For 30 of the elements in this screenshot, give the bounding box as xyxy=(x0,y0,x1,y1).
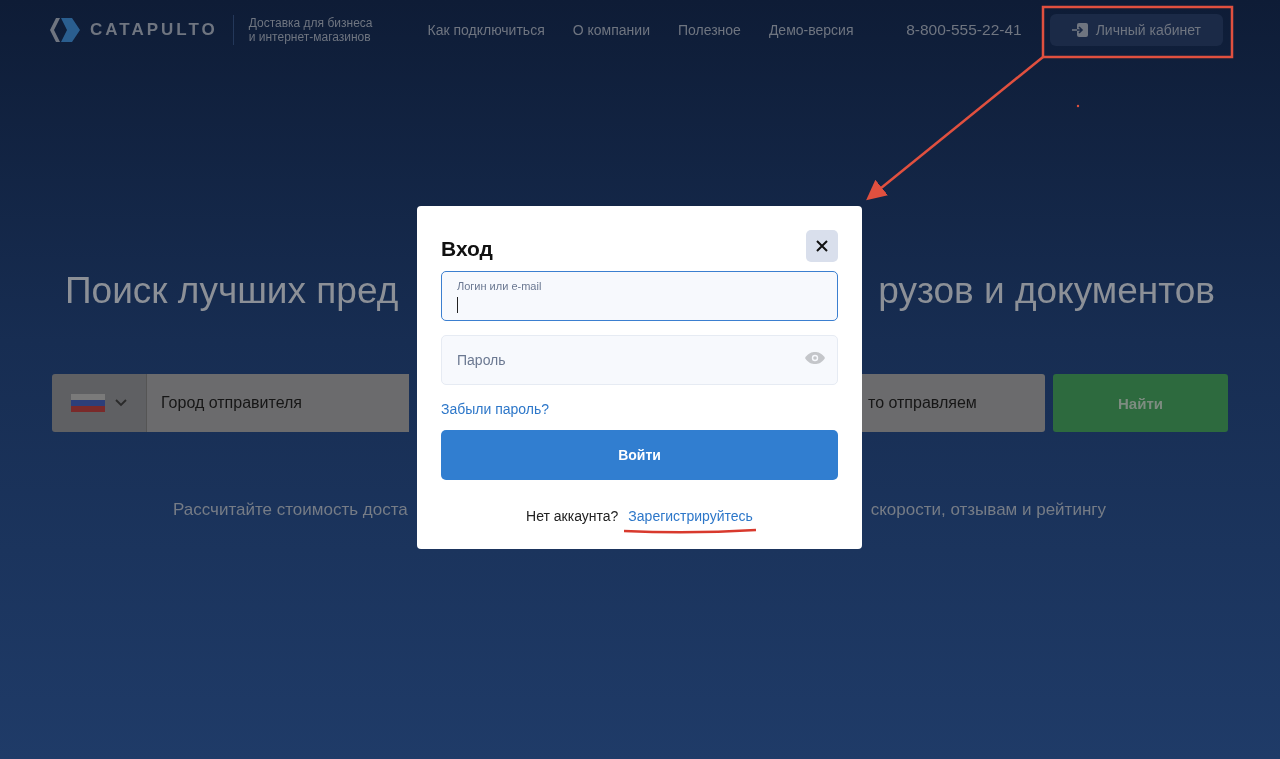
login-icon xyxy=(1071,23,1088,37)
country-select[interactable] xyxy=(52,374,147,432)
close-button[interactable] xyxy=(806,230,838,262)
no-account-text: Нет аккаунта? xyxy=(526,508,619,524)
hero-title: Поиск лучших пред xyxy=(65,270,399,312)
eye-icon[interactable] xyxy=(805,352,825,364)
forgot-password-link[interactable]: Забыли пароль? xyxy=(441,401,550,417)
register-link[interactable]: Зарегистрируйтесь xyxy=(628,508,753,524)
dialog-title: Вход xyxy=(441,237,493,261)
hero-subtitle: скорости, отзывам и рейтингу xyxy=(870,500,1106,520)
annotation-dot xyxy=(1076,104,1080,108)
nav-link[interactable]: Полезное xyxy=(677,22,741,38)
sender-city-field[interactable]: Город отправителя xyxy=(147,374,409,432)
cargo-field[interactable]: то отправляем xyxy=(861,374,1045,432)
logo-text: CATAPULTO xyxy=(90,20,218,40)
hero-subtitle: Рассчитайте стоимость доста xyxy=(173,500,408,520)
hero-title: рузов и документов xyxy=(878,270,1215,312)
phone-number: 8-800-555-22-41 xyxy=(906,21,1022,39)
account-button[interactable]: Личный кабинет xyxy=(1049,14,1223,46)
nav-link[interactable]: О компании xyxy=(572,22,650,38)
close-icon xyxy=(816,240,828,252)
nav-link[interactable]: Как подключиться xyxy=(427,22,545,38)
logo-icon xyxy=(50,18,80,42)
nav-link[interactable]: Демо-версия xyxy=(768,22,854,38)
login-button[interactable]: Войти xyxy=(441,430,838,480)
password-field[interactable]: Пароль xyxy=(441,335,838,385)
login-field[interactable]: Логин или e-mail xyxy=(441,271,838,321)
tagline: Доставка для бизнеса и интернет-магазинов xyxy=(248,16,373,44)
chevron-down-icon xyxy=(115,399,127,407)
flag-icon xyxy=(71,394,105,412)
